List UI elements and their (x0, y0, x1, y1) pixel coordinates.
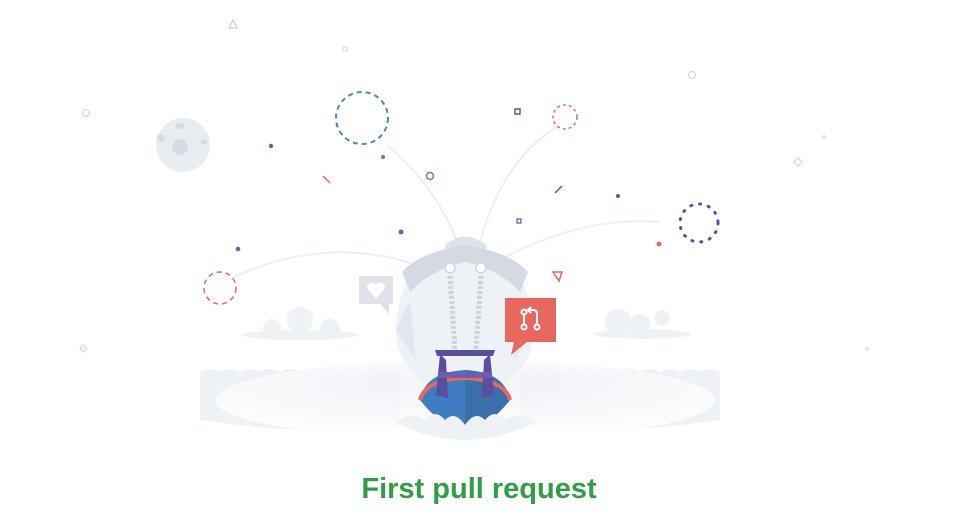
empty-state-title: First pull request (361, 473, 597, 505)
heart-icon (359, 276, 393, 314)
left-cloud (242, 307, 358, 340)
moon-icon (156, 118, 210, 172)
empty-state-illustration (79, 18, 869, 440)
dashed-circle-red-small (552, 104, 578, 130)
right-cloud (595, 309, 691, 339)
dashed-circle-blue (335, 91, 389, 145)
dashed-circle-red-left (203, 271, 237, 305)
dotted-circle-purple (678, 202, 720, 244)
